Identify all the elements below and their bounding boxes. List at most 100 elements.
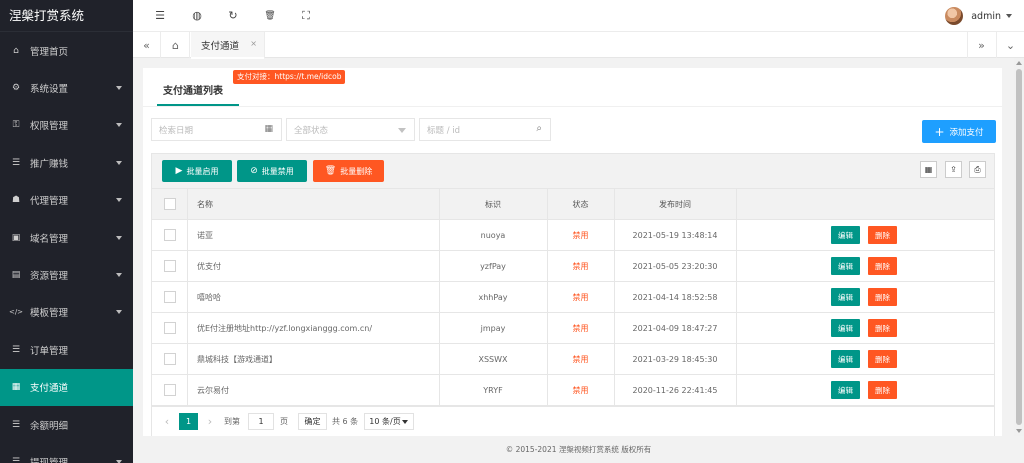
sidebar-item-icon: ▤: [11, 270, 21, 281]
row-checkbox[interactable]: [164, 260, 176, 272]
goto-page-input[interactable]: 1: [248, 413, 274, 430]
search-icon[interactable]: ⌕: [536, 123, 542, 134]
row-checkbox[interactable]: [164, 322, 176, 334]
select-all-checkbox[interactable]: [164, 198, 176, 210]
pagination: ‹ 1 › 到第 1 页 确定 共 6 条 10 条/页: [152, 406, 994, 437]
card-header: 支付通道列表 支付对接：https://t.me/idcob: [143, 68, 1002, 107]
keyword-search-input[interactable]: 标题 / id ⌕: [419, 118, 551, 141]
row-code: yzfPay: [480, 262, 506, 271]
table-row: 优支付 yzfPay 禁用 2021-05-05 23:20:30 编辑 删除: [152, 251, 994, 282]
column-time-header: 发布时间: [659, 200, 691, 209]
status-select[interactable]: 全部状态: [286, 118, 415, 141]
home-icon[interactable]: ⌂: [162, 32, 190, 58]
sidebar-item-label: 推广赚钱: [30, 158, 69, 170]
sidebar-item-3[interactable]: ☰ 推广赚钱: [0, 144, 133, 181]
chevron-down-icon[interactable]: [116, 235, 122, 240]
menu-fold-icon[interactable]: ☰: [153, 9, 167, 23]
refresh-icon[interactable]: ↻: [226, 9, 240, 23]
batch-delete-button[interactable]: 🗑 批量删除: [313, 160, 384, 182]
table-row: 优E付注册地址http://yzf.longxianggg.com.cn/jmp…: [152, 313, 994, 344]
column-divider: [736, 189, 737, 220]
column-code-header: 标识: [485, 200, 501, 209]
delete-button[interactable]: 删除: [868, 288, 897, 306]
tabs-scroll-right-icon[interactable]: »: [967, 32, 995, 58]
tabs-scroll-left-icon[interactable]: «: [133, 32, 161, 58]
goto-confirm-button[interactable]: 确定: [298, 413, 327, 430]
page-scrollbar[interactable]: [1014, 58, 1024, 436]
notice-badge[interactable]: 支付对接：https://t.me/idcob: [233, 70, 346, 84]
sidebar-item-2[interactable]: ⚿ 权限管理: [0, 107, 133, 144]
row-name: 嘻哈哈: [197, 293, 221, 302]
sidebar-item-10[interactable]: ☰ 余额明细: [0, 406, 133, 443]
row-checkbox[interactable]: [164, 229, 176, 241]
chevron-down-icon[interactable]: [116, 160, 122, 165]
delete-button[interactable]: 删除: [868, 226, 897, 244]
row-code: nuoya: [480, 231, 506, 240]
delete-button[interactable]: 删除: [868, 257, 897, 275]
delete-button[interactable]: 删除: [868, 319, 897, 337]
sidebar-item-9[interactable]: ▦ 支付通道: [0, 368, 133, 406]
chevron-down-icon[interactable]: [402, 420, 408, 424]
chevron-down-icon[interactable]: [116, 310, 122, 315]
sidebar-item-5[interactable]: ▣ 域名管理: [0, 219, 133, 256]
chevron-down-icon[interactable]: [1006, 14, 1012, 18]
globe-icon[interactable]: ◍: [190, 9, 204, 23]
avatar[interactable]: [945, 7, 964, 25]
calendar-icon[interactable]: ▦: [264, 124, 273, 134]
user-menu[interactable]: admin: [945, 6, 1012, 26]
chevron-down-icon[interactable]: [116, 123, 122, 128]
edit-button[interactable]: 编辑: [831, 257, 860, 275]
row-name: 优E付注册地址http://yzf.longxianggg.com.cn/: [197, 324, 373, 333]
table-header: 名称 标识 状态 发布时间: [152, 189, 994, 220]
date-search-input[interactable]: 检索日期 ▦: [151, 118, 282, 141]
per-page-select[interactable]: 10 条/页: [364, 413, 414, 430]
current-page[interactable]: 1: [179, 413, 198, 430]
scrollbar-thumb[interactable]: [1016, 69, 1022, 425]
add-payment-button[interactable]: + 添加支付: [922, 120, 996, 143]
fullscreen-icon[interactable]: ⛶: [299, 9, 313, 23]
sidebar-item-0[interactable]: ⌂ 管理首页: [0, 32, 133, 69]
column-divider: [187, 344, 188, 375]
columns-filter-icon[interactable]: ▦: [920, 161, 937, 178]
chevron-down-icon[interactable]: [116, 198, 122, 203]
edit-button[interactable]: 编辑: [831, 350, 860, 368]
sidebar-item-label: 权限管理: [30, 121, 69, 133]
close-icon[interactable]: ×: [250, 39, 257, 48]
edit-button[interactable]: 编辑: [831, 288, 860, 306]
delete-button[interactable]: 删除: [868, 350, 897, 368]
sidebar-item-11[interactable]: ☰ 提现管理: [0, 443, 133, 463]
export-icon[interactable]: ⇪: [945, 161, 962, 178]
sidebar-item-8[interactable]: ☰ 订单管理: [0, 331, 133, 368]
row-checkbox[interactable]: [164, 384, 176, 396]
sidebar-item-icon: ☰: [11, 157, 21, 168]
row-checkbox[interactable]: [164, 353, 176, 365]
tabs-dropdown-icon[interactable]: ⌄: [996, 32, 1024, 58]
prev-page-icon[interactable]: ‹: [160, 413, 174, 430]
edit-button[interactable]: 编辑: [831, 226, 860, 244]
chevron-down-icon[interactable]: [398, 128, 406, 133]
sidebar-item-4[interactable]: ☗ 代理管理: [0, 182, 133, 219]
delete-button[interactable]: 删除: [868, 381, 897, 399]
scroll-up-icon[interactable]: [1016, 61, 1022, 65]
scroll-down-icon[interactable]: [1016, 429, 1022, 433]
chevron-down-icon[interactable]: [116, 86, 122, 91]
edit-button[interactable]: 编辑: [831, 381, 860, 399]
row-time: 2021-05-19 13:48:14: [632, 231, 718, 240]
batch-enable-button[interactable]: ▶ 批量启用: [162, 160, 232, 182]
sidebar-item-1[interactable]: ⚙ 系统设置: [0, 69, 133, 106]
sidebar-item-7[interactable]: </> 模板管理: [0, 294, 133, 331]
chevron-down-icon[interactable]: [116, 273, 122, 278]
row-time: 2020-11-26 22:41:45: [632, 386, 718, 395]
tab-payment-channel[interactable]: 支付通道 ×: [191, 32, 265, 59]
row-checkbox[interactable]: [164, 291, 176, 303]
print-icon[interactable]: ⎙: [969, 161, 986, 178]
batch-disable-button[interactable]: ⊘ 批量禁用: [237, 160, 307, 182]
column-divider: [187, 251, 188, 282]
edit-button[interactable]: 编辑: [831, 319, 860, 337]
user-name[interactable]: admin: [971, 11, 1001, 22]
sidebar-item-6[interactable]: ▤ 资源管理: [0, 256, 133, 293]
next-page-icon[interactable]: ›: [203, 413, 217, 430]
trash-icon[interactable]: 🗑: [263, 9, 277, 23]
row-time: 2021-04-14 18:52:58: [632, 293, 718, 302]
per-page-value: 10 条/页: [369, 417, 401, 426]
